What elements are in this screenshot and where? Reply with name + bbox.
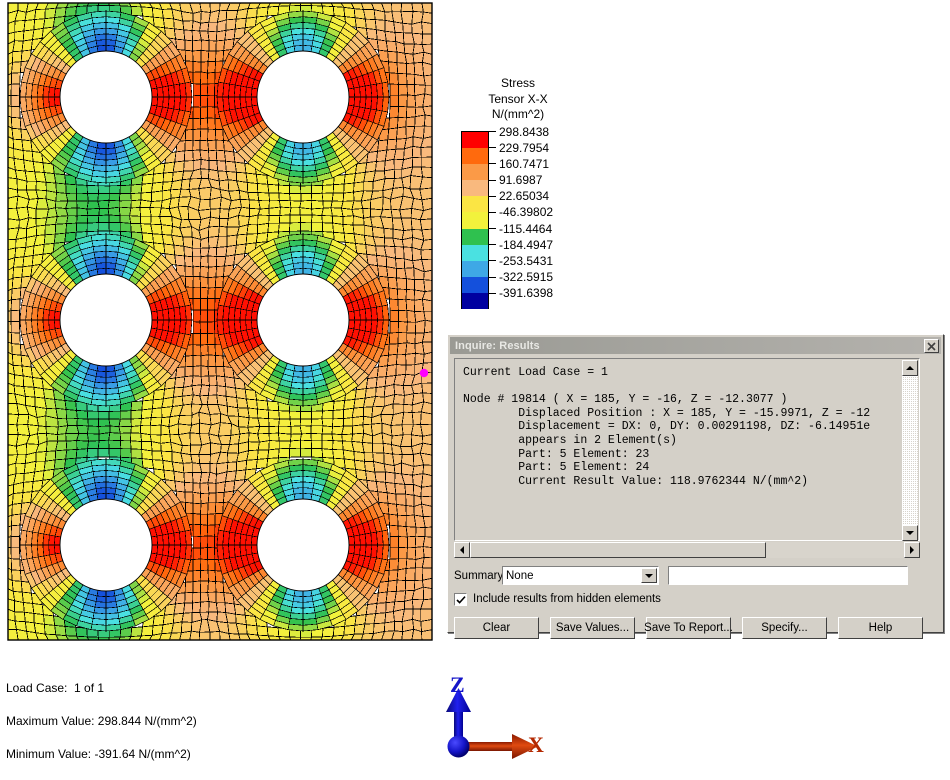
legend-value-text: 298.8438 bbox=[499, 124, 550, 139]
axis-triad: Z X bbox=[424, 672, 584, 768]
legend-value-label: -391.6398 bbox=[489, 285, 609, 301]
minimum-value-text: Minimum Value: -391.64 N/(mm^2) bbox=[6, 747, 191, 761]
legend-swatch bbox=[462, 163, 488, 181]
dialog-titlebar[interactable]: Inquire: Results bbox=[450, 337, 941, 354]
dialog-body: Current Load Case = 1 Node # 19814 ( X =… bbox=[454, 358, 937, 639]
legend-tick bbox=[489, 276, 496, 278]
summary-text-field[interactable] bbox=[668, 566, 908, 585]
legend-swatch bbox=[462, 293, 488, 310]
save-to-report-button[interactable]: Save To Report... bbox=[644, 617, 733, 639]
legend-title-line-3: N/(mm^2) bbox=[491, 107, 545, 121]
legend-title: Stress Tensor X-X N/(mm^2) bbox=[431, 76, 605, 123]
legend-value-text: -253.5431 bbox=[499, 253, 554, 268]
legend-value-label: -253.5431 bbox=[489, 253, 609, 269]
results-horizontal-scrollbar[interactable] bbox=[454, 542, 920, 558]
axis-triad-svg bbox=[446, 688, 538, 759]
summary-selected-value: None bbox=[506, 569, 534, 582]
legend-value-label: -46.39802 bbox=[489, 204, 609, 220]
results-vertical-scrollbar[interactable] bbox=[902, 360, 918, 541]
legend-color-bar bbox=[461, 130, 489, 310]
legend-tick bbox=[489, 179, 496, 181]
legend-value-text: -391.6398 bbox=[499, 286, 554, 301]
legend-value-label: -322.5915 bbox=[489, 269, 609, 285]
scroll-left-button[interactable] bbox=[454, 542, 470, 558]
horizontal-scroll-thumb[interactable] bbox=[470, 542, 766, 558]
include-hidden-row[interactable]: Include results from hidden elements bbox=[454, 592, 937, 606]
legend-swatch bbox=[462, 260, 488, 278]
legend-swatch bbox=[462, 277, 488, 294]
legend-swatch bbox=[462, 147, 488, 164]
inquire-results-dialog[interactable]: Inquire: Results Current Load Case = 1 N… bbox=[447, 334, 944, 639]
include-hidden-label: Include results from hidden elements bbox=[473, 593, 661, 605]
legend-swatch bbox=[462, 244, 488, 261]
legend-value-label: 160.7471 bbox=[489, 156, 609, 172]
maximum-value-text: Maximum Value: 298.844 N/(mm^2) bbox=[6, 714, 197, 728]
legend-tick bbox=[489, 260, 496, 262]
legend-value-label: 298.8438 bbox=[489, 124, 609, 140]
legend-tick bbox=[489, 228, 496, 230]
summary-row: Summary: None bbox=[454, 566, 937, 585]
legend-value-label: 229.7954 bbox=[489, 140, 609, 156]
origin-ball bbox=[447, 735, 470, 758]
close-icon[interactable] bbox=[924, 338, 939, 353]
legend-value-text: -322.5915 bbox=[499, 270, 554, 285]
legend-tick bbox=[489, 211, 496, 213]
legend-value-label: 22.65034 bbox=[489, 188, 609, 204]
legend-value-label: -184.4947 bbox=[489, 237, 609, 253]
legend-value-label: 91.6987 bbox=[489, 172, 609, 188]
x-axis-label: X bbox=[528, 732, 544, 757]
legend-value-text: -115.4464 bbox=[499, 221, 553, 236]
summary-dropdown[interactable]: None bbox=[502, 566, 659, 585]
summary-label: Summary: bbox=[454, 569, 507, 582]
legend-swatch bbox=[462, 212, 488, 229]
results-output-text: Current Load Case = 1 Node # 19814 ( X =… bbox=[463, 366, 871, 488]
scroll-down-button[interactable] bbox=[902, 525, 918, 541]
help-button[interactable]: Help bbox=[838, 617, 923, 639]
legend-value-text: 160.7471 bbox=[499, 156, 550, 171]
load-case-text: Load Case: 1 of 1 bbox=[6, 681, 105, 695]
legend-title-line-2: Tensor X-X bbox=[488, 91, 548, 106]
dialog-title: Inquire: Results bbox=[455, 339, 540, 352]
dialog-button-row: Clear Save Values... Save To Report... Spec… bbox=[454, 617, 937, 639]
legend-tick bbox=[489, 163, 496, 165]
legend-value-labels: 298.8438 229.7954 160.7471 91.6987 22.65034-… bbox=[489, 124, 609, 302]
scroll-right-button[interactable] bbox=[904, 542, 920, 558]
legend-swatch bbox=[462, 180, 488, 197]
include-hidden-checkbox[interactable] bbox=[454, 592, 467, 606]
specify-button[interactable]: Specify... bbox=[742, 617, 827, 639]
legend-swatch bbox=[462, 131, 488, 148]
save-values-button[interactable]: Save Values... bbox=[550, 617, 635, 639]
legend-value-text: 91.6987 bbox=[499, 173, 543, 188]
legend-tick bbox=[489, 131, 496, 133]
legend-tick bbox=[489, 292, 496, 294]
legend-body: 298.8438 229.7954 160.7471 91.6987 22.65034-… bbox=[455, 125, 605, 310]
fea-model-viewport[interactable] bbox=[0, 0, 440, 650]
fea-mesh-svg[interactable] bbox=[0, 0, 440, 650]
vertical-scroll-track[interactable] bbox=[902, 376, 918, 525]
chevron-down-icon[interactable] bbox=[641, 568, 657, 583]
selected-node-marker[interactable] bbox=[419, 368, 429, 378]
legend-title-line-1: Stress bbox=[500, 76, 535, 90]
legend-swatch bbox=[462, 196, 488, 213]
stress-legend: Stress Tensor X-X N/(mm^2) 298.8438 229.7… bbox=[455, 76, 605, 310]
legend-tick bbox=[489, 147, 496, 149]
legend-swatch bbox=[462, 228, 488, 245]
legend-value-text: -184.4947 bbox=[499, 237, 554, 252]
legend-value-text: 229.7954 bbox=[499, 140, 550, 155]
legend-value-label: -115.4464 bbox=[489, 221, 609, 237]
z-axis-label: Z bbox=[450, 672, 465, 697]
scroll-up-button[interactable] bbox=[902, 360, 918, 376]
legend-tick bbox=[489, 195, 496, 197]
model-status-text: Load Case: 1 of 1 Maximum Value: 298.844… bbox=[6, 681, 197, 780]
clear-button[interactable]: Clear bbox=[454, 617, 539, 639]
legend-value-text: -46.39802 bbox=[499, 205, 554, 220]
legend-value-text: 22.65034 bbox=[499, 189, 550, 204]
results-output-pane[interactable]: Current Load Case = 1 Node # 19814 ( X =… bbox=[454, 358, 920, 541]
legend-tick bbox=[489, 244, 496, 246]
